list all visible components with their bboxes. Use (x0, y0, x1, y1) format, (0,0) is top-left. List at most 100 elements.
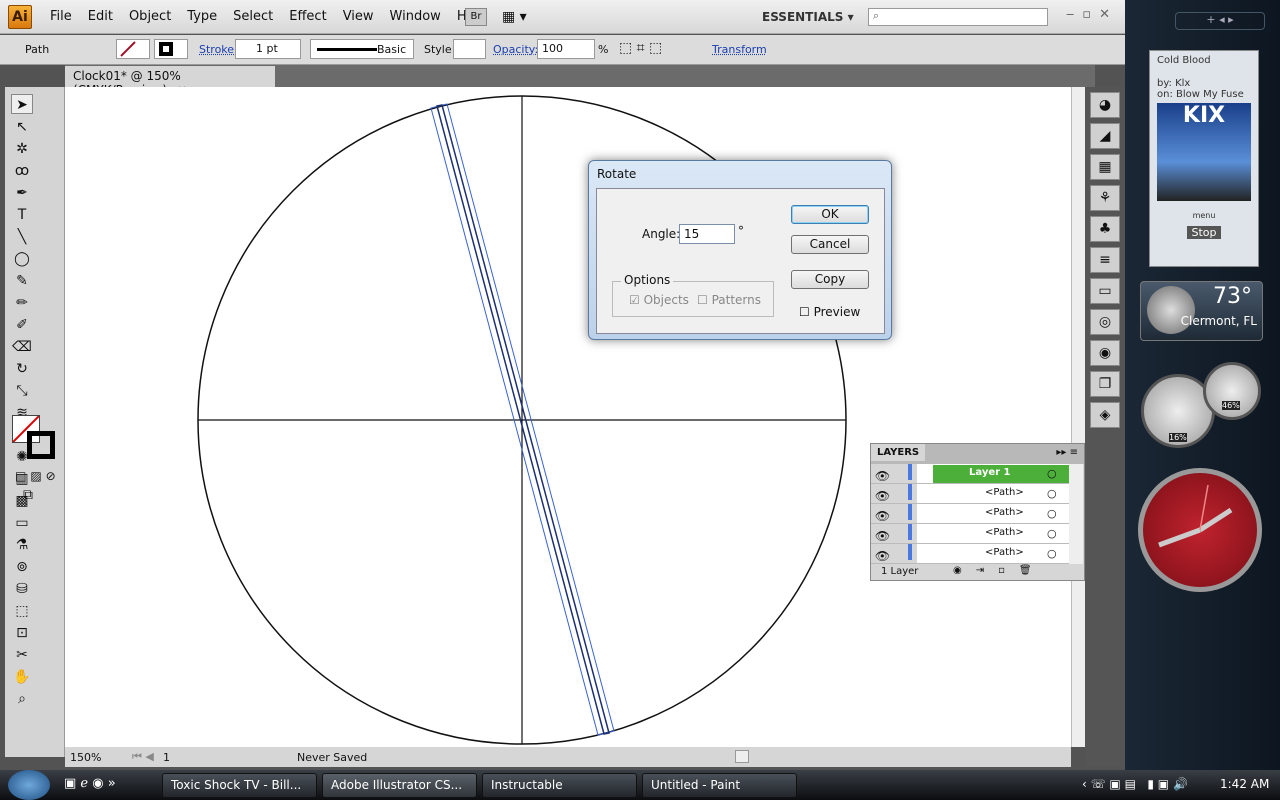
menu-effect[interactable]: Effect (289, 9, 326, 24)
taskbar-item[interactable]: Untitled - Paint (642, 773, 797, 798)
clock-time[interactable]: 1:42 AM (1220, 777, 1269, 791)
hand-tool-icon[interactable]: ✋ (11, 667, 33, 687)
visibility-eye-icon[interactable]: 👁 (871, 484, 917, 503)
line-tool-icon[interactable]: ╲ (11, 227, 33, 247)
fill-swatch[interactable] (116, 39, 150, 59)
preview-checkbox[interactable]: ☐ Preview (799, 305, 860, 319)
visibility-eye-icon[interactable]: 👁 (871, 504, 917, 523)
brush-dropdown[interactable]: Basic (310, 39, 414, 59)
save-status[interactable]: Never Saved (297, 751, 367, 764)
menu-view[interactable]: View (343, 9, 374, 24)
visibility-eye-icon[interactable]: 👁 (871, 524, 917, 543)
target-circle-icon[interactable]: ○ (1047, 487, 1057, 500)
transparency-icon[interactable]: ◎ (1090, 309, 1120, 335)
screen-mode-icon[interactable]: ⧉ (23, 487, 33, 503)
search-input[interactable]: ⌕ (868, 8, 1048, 26)
style-dropdown[interactable] (453, 39, 486, 59)
sublayer-row[interactable]: 👁 <Path> ○ (871, 504, 1071, 524)
arrange-documents-icon[interactable]: ▦ ▾ (502, 9, 527, 25)
sublayer-row[interactable]: 👁 <Path> ○ (871, 544, 1071, 564)
type-tool-icon[interactable]: T (11, 205, 33, 225)
rotate-tool-icon[interactable]: ↻ (11, 359, 33, 379)
color-guide-icon[interactable]: ◢ (1090, 123, 1120, 149)
slice-tool-icon[interactable]: ✂ (11, 645, 33, 665)
selection-tool-icon[interactable]: ➤ (11, 94, 33, 114)
blend-tool-icon[interactable]: ⊚ (11, 557, 33, 577)
eyedropper-tool-icon[interactable]: ⚗ (11, 535, 33, 555)
opacity-link[interactable]: Opacity: (493, 43, 538, 56)
target-circle-icon[interactable]: ○ (1047, 467, 1057, 480)
menu-window[interactable]: Window (390, 9, 441, 24)
vertical-scrollbar[interactable] (1071, 87, 1085, 747)
pencil-tool-icon[interactable]: ✏ (11, 293, 33, 313)
layer-action-icons[interactable]: ◉⇥▫🗑 (953, 565, 1046, 576)
menu-edit[interactable]: Edit (88, 9, 113, 24)
angle-input[interactable]: 15 (679, 224, 735, 244)
zoom-level[interactable]: 150% (70, 751, 101, 764)
sublayer-row[interactable]: 👁 <Path> ○ (871, 524, 1071, 544)
stroke-weight-input[interactable]: 1 pt (235, 39, 301, 59)
color-mode-icons[interactable]: □▨⊘ (15, 469, 60, 483)
cancel-button[interactable]: Cancel (791, 235, 869, 254)
swatches-icon[interactable]: ▦ (1090, 154, 1120, 180)
artboard-tool-icon[interactable]: ⊡ (11, 623, 33, 643)
layer-row[interactable]: 👁 Layer 1 ○ (871, 464, 1071, 484)
bridge-button[interactable]: Br (465, 8, 487, 26)
opacity-input[interactable]: 100 (537, 39, 595, 59)
stroke-link[interactable]: Stroke: (199, 43, 238, 56)
workspace-switcher[interactable]: ESSENTIALS ▾ (762, 10, 854, 24)
menu-select[interactable]: Select (233, 9, 273, 24)
taskbar-item[interactable]: Instructable (482, 773, 637, 798)
symbols-icon[interactable]: ♣ (1090, 216, 1120, 242)
menu-file[interactable]: File (50, 9, 72, 24)
target-circle-icon[interactable]: ○ (1047, 547, 1057, 560)
horizontal-scroll-thumb[interactable] (735, 750, 749, 763)
stroke-color-icon[interactable] (27, 431, 55, 459)
visibility-eye-icon[interactable]: 👁 (871, 544, 917, 563)
layers-scrollbar[interactable] (1069, 464, 1083, 564)
taskbar-item[interactable]: Toxic Shock TV - Bill... (162, 773, 317, 798)
magic-wand-tool-icon[interactable]: ✲ (11, 139, 33, 159)
sidebar-controls[interactable]: + ◂ ▸ (1175, 12, 1265, 30)
brushes-icon[interactable]: ⚘ (1090, 185, 1120, 211)
stroke-panel-icon[interactable]: ≡ (1090, 247, 1120, 273)
copy-button[interactable]: Copy (791, 270, 869, 289)
window-controls[interactable]: ‒▫✕ (1066, 7, 1118, 22)
panel-menu-icon[interactable]: ▸▸ ≡ (1056, 447, 1078, 458)
patterns-checkbox[interactable]: ☐ Patterns (697, 293, 761, 307)
color-panel-icon[interactable]: ◕ (1090, 92, 1120, 118)
transform-link[interactable]: Transform (712, 43, 767, 56)
graphic-styles-icon[interactable]: ❐ (1090, 371, 1120, 397)
artboard-nav-first-icon[interactable]: ⏮ ◀ (132, 750, 154, 764)
media-menu-button[interactable]: menu (1157, 211, 1251, 220)
paintbrush-tool-icon[interactable]: ✎ (11, 271, 33, 291)
live-paint-selection-icon[interactable]: ⬚ (11, 601, 33, 621)
start-button[interactable] (8, 770, 50, 800)
blob-brush-tool-icon[interactable]: ✐ (11, 315, 33, 335)
appearance-icon[interactable]: ◉ (1090, 340, 1120, 366)
tray-icons[interactable]: ‹ ☏ ▣ ▤ ▮ ▣ 🔊 (1082, 777, 1188, 791)
taskbar-item[interactable]: Adobe Illustrator CS... (322, 773, 477, 798)
layers-panel-icon[interactable]: ◈ (1090, 402, 1120, 428)
ellipse-tool-icon[interactable]: ◯ (11, 249, 33, 269)
menu-object[interactable]: Object (129, 9, 171, 24)
gradient-panel-icon[interactable]: ▭ (1090, 278, 1120, 304)
visibility-eye-icon[interactable]: 👁 (871, 464, 917, 483)
document-tab[interactable]: Clock01* @ 150% (CMYK/Preview) × (65, 66, 275, 97)
objects-checkbox[interactable]: ☑ Objects (629, 293, 689, 307)
ok-button[interactable]: OK (791, 205, 869, 224)
zoom-tool-icon[interactable]: ⌕ (11, 689, 33, 709)
target-circle-icon[interactable]: ○ (1047, 507, 1057, 520)
gradient-tool-icon[interactable]: ▭ (11, 513, 33, 533)
scale-tool-icon[interactable]: ⤡ (11, 381, 33, 401)
stop-button[interactable]: Stop (1187, 226, 1221, 239)
stroke-swatch[interactable] (154, 39, 188, 59)
direct-selection-tool-icon[interactable]: ↖ (11, 117, 33, 137)
live-paint-tool-icon[interactable]: ⛁ (11, 579, 33, 599)
artboard-canvas[interactable] (65, 87, 1071, 747)
menu-type[interactable]: Type (187, 9, 217, 24)
sublayer-row[interactable]: 👁 <Path> ○ (871, 484, 1071, 504)
artboard-number[interactable]: 1 (163, 751, 170, 764)
lasso-tool-icon[interactable]: ꝏ (11, 161, 33, 181)
quick-launch-icons[interactable]: ▣ ℯ ◉ » (64, 776, 116, 791)
